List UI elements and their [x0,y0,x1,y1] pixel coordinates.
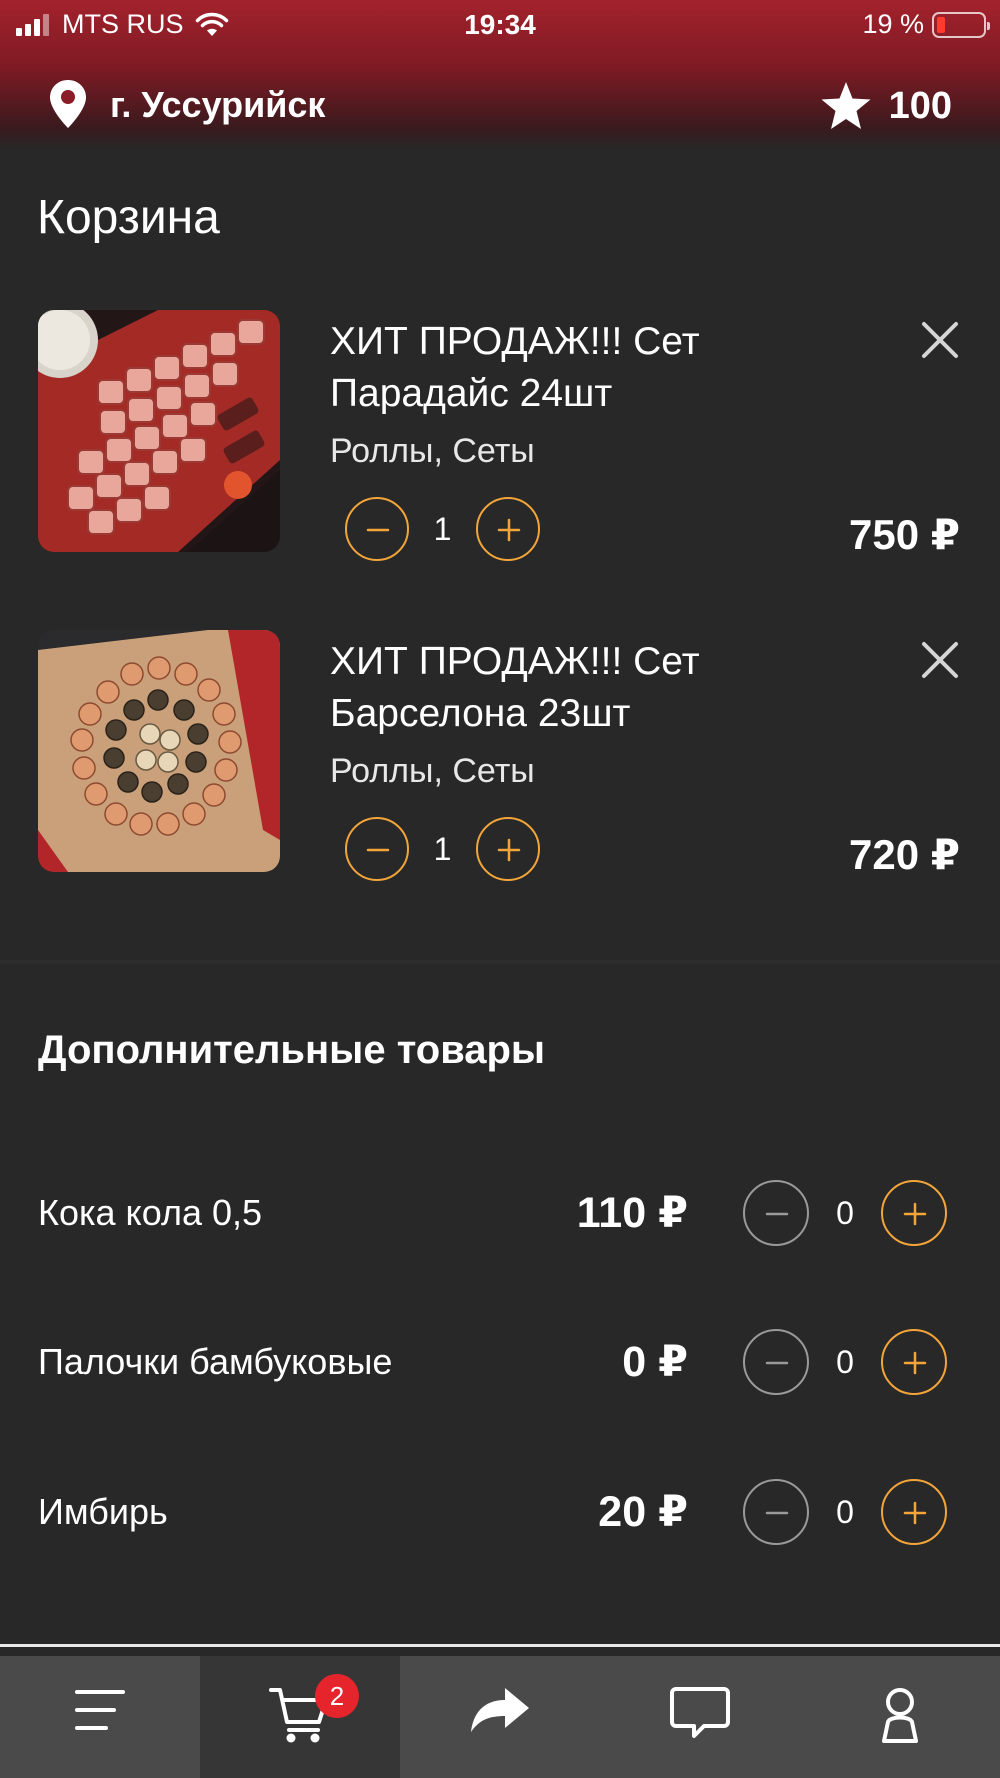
quantity-stepper: 1 [345,817,540,881]
plus-icon [903,1351,927,1375]
item-category: Роллы, Сеты [330,432,535,470]
battery-percent: 19 % [862,9,924,39]
quantity-value: 0 [836,1494,854,1530]
plus-icon [497,518,521,542]
decrease-button[interactable] [743,1479,809,1545]
plus-icon [497,838,521,862]
section-divider [0,960,1000,964]
quantity-stepper: 0 [743,1180,947,1246]
decrease-button[interactable] [345,497,409,561]
extra-item-price: 0 ₽ [622,1338,688,1386]
product-photo-paradise [38,310,280,552]
status-time: 19:34 [464,9,536,40]
battery-fill [937,16,945,33]
plus-icon [903,1202,927,1226]
tab-chat[interactable] [600,1656,800,1778]
cart-item: ХИТ ПРОДАЖ!!! Сет Парадайс 24шт Роллы, С… [0,310,1000,561]
extra-item-price: 20 ₽ [598,1488,688,1536]
extra-item-name: Имбирь [38,1491,168,1532]
product-photo-barcelona [38,630,280,872]
quantity-value: 0 [836,1195,854,1231]
menu-icon [75,1690,125,1730]
item-name[interactable]: ХИТ ПРОДАЖ!!! Сет Барселона 23шт [330,636,800,740]
remove-item-icon[interactable] [920,640,960,680]
battery-icon [932,11,990,38]
extra-item-name: Палочки бамбуковые [38,1341,393,1382]
increase-button[interactable] [476,497,540,561]
minus-icon [366,528,390,532]
extra-item: Кока кола 0,5 110 ₽ 0 [0,1180,1000,1246]
location-pin-icon[interactable] [48,78,88,130]
item-price: 720 ₽ [849,831,960,878]
increase-button[interactable] [881,1479,947,1545]
item-price: 750 ₽ [849,511,960,558]
extra-item: Имбирь 20 ₽ 0 [0,1479,1000,1545]
quantity-stepper: 0 [743,1329,947,1395]
product-image[interactable] [38,630,280,872]
bottom-tab-bar: 2 [0,1656,1000,1778]
page-title: Корзина [37,191,220,244]
status-right: 19 % [862,9,990,40]
tabbar-divider [0,1644,1000,1647]
decrease-button[interactable] [743,1329,809,1395]
quantity-value: 0 [836,1344,854,1380]
increase-button[interactable] [881,1180,947,1246]
increase-button[interactable] [476,817,540,881]
status-bar: MTS RUS 19:34 19 % [0,0,1000,50]
extras-title: Дополнительные товары [38,1028,546,1072]
minus-icon [765,1511,789,1515]
quantity-stepper: 1 [345,497,540,561]
increase-button[interactable] [881,1329,947,1395]
app-header: MTS RUS 19:34 19 % г. Уссурийск 100 [0,0,1000,150]
tab-cart[interactable]: 2 [200,1656,400,1778]
cart-count-badge: 2 [315,1674,359,1718]
tab-share[interactable] [400,1656,600,1778]
minus-icon [765,1212,789,1216]
quantity-value: 1 [433,511,452,547]
bonus-points[interactable]: 100 [819,80,952,132]
tab-profile[interactable] [800,1656,1000,1778]
tab-menu[interactable] [0,1656,200,1778]
cart-item: ХИТ ПРОДАЖ!!! Сет Барселона 23шт Роллы, … [0,630,1000,881]
points-value: 100 [888,84,952,127]
extra-item: Палочки бамбуковые 0 ₽ 0 [0,1329,1000,1395]
decrease-button[interactable] [345,817,409,881]
product-image[interactable] [38,310,280,552]
location-row: г. Уссурийск 100 [0,70,1000,134]
remove-item-icon[interactable] [920,320,960,360]
city-selector[interactable]: г. Уссурийск [110,84,325,126]
share-icon [471,1688,529,1732]
item-category: Роллы, Сеты [330,752,535,790]
profile-icon [882,1688,918,1743]
extra-item-price: 110 ₽ [576,1189,688,1237]
plus-icon [903,1501,927,1525]
chat-icon [670,1687,730,1738]
minus-icon [765,1361,789,1365]
quantity-stepper: 0 [743,1479,947,1545]
decrease-button[interactable] [743,1180,809,1246]
extra-item-name: Кока кола 0,5 [38,1192,263,1233]
star-icon [821,82,871,129]
quantity-value: 1 [433,831,452,867]
minus-icon [366,848,390,852]
item-name[interactable]: ХИТ ПРОДАЖ!!! Сет Парадайс 24шт [330,316,800,420]
